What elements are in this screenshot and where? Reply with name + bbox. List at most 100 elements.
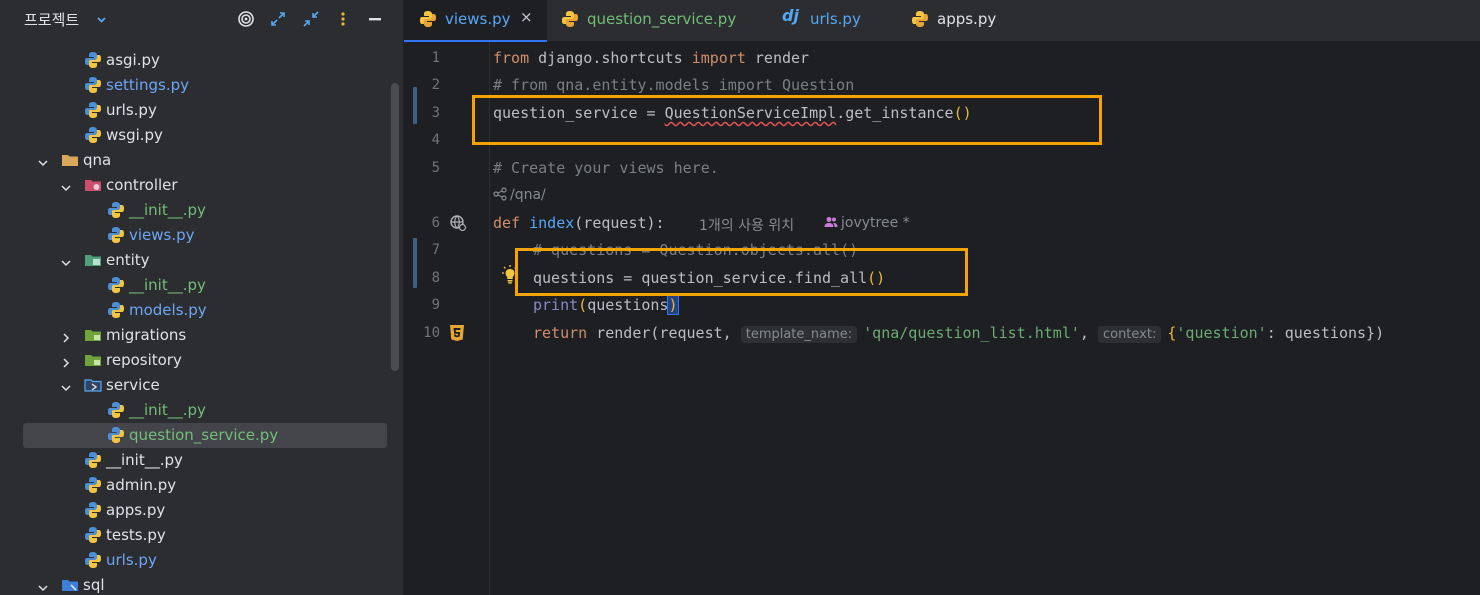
- chevron-down-icon[interactable]: [60, 179, 72, 192]
- code-editor[interactable]: 1 2 3 4 5 6 7 8 9 10 from django.shortcu…: [404, 42, 1480, 595]
- web-endpoint-icon[interactable]: [449, 214, 467, 232]
- tree-item-repository[interactable]: repository: [0, 348, 395, 373]
- python-file-icon: [912, 11, 928, 27]
- parameter-hint: context:: [1097, 326, 1162, 343]
- chevron-right-icon[interactable]: [60, 329, 72, 343]
- tree-item-urls[interactable]: urls.py: [0, 98, 395, 123]
- tree-item-apps[interactable]: apps.py: [0, 498, 395, 523]
- expand-all-icon[interactable]: [269, 10, 287, 28]
- tree-item-controller-init[interactable]: __init__.py: [0, 198, 395, 223]
- code-line-10: return render(request, template_name:'qn…: [533, 324, 1385, 343]
- sql-folder-icon: [61, 576, 79, 594]
- editor-tabs: views.py × question_service.py dj urls.p…: [404, 0, 1480, 42]
- chevron-down-icon[interactable]: [37, 579, 49, 592]
- tab-question-service[interactable]: question_service.py: [547, 0, 765, 41]
- tree-item-models[interactable]: models.py: [0, 298, 395, 323]
- python-file-icon: [84, 101, 102, 119]
- tree-item-entity-init[interactable]: __init__.py: [0, 273, 395, 298]
- python-file-icon: [107, 301, 125, 319]
- django-icon: dj: [782, 6, 799, 25]
- tree-item-label: __init__.py: [129, 401, 206, 419]
- collapse-all-icon[interactable]: [302, 10, 320, 28]
- python-file-icon: [84, 551, 102, 569]
- python-file-icon: [84, 501, 102, 519]
- tree-item-service-init[interactable]: __init__.py: [0, 398, 395, 423]
- line-number: 6: [431, 215, 440, 231]
- line-number: 7: [431, 242, 440, 258]
- tab-views[interactable]: views.py ×: [404, 0, 547, 42]
- tab-apps[interactable]: apps.py: [891, 0, 1006, 41]
- tree-item-wsgi[interactable]: wsgi.py: [0, 123, 395, 148]
- entity-package-icon: [84, 251, 102, 269]
- tree-item-label: service: [106, 376, 160, 394]
- tree-item-qna-urls[interactable]: urls.py: [0, 548, 395, 573]
- project-scrollbar[interactable]: [391, 83, 399, 371]
- highlight-box: [472, 95, 1102, 145]
- tree-item-admin[interactable]: admin.py: [0, 473, 395, 498]
- line-number: 9: [431, 297, 440, 313]
- tree-item-label: entity: [106, 251, 150, 269]
- chevron-down-icon[interactable]: [60, 379, 72, 392]
- tree-item-qna[interactable]: qna: [0, 148, 395, 173]
- chevron-right-icon[interactable]: [60, 354, 72, 368]
- line-number: 2: [431, 77, 440, 93]
- html5-icon[interactable]: [449, 324, 465, 342]
- target-icon[interactable]: [237, 10, 255, 28]
- project-panel: 프로젝트 asgi.py settings.py urls.py wsgi.py qna…: [0, 0, 404, 595]
- chevron-down-icon[interactable]: [60, 254, 72, 267]
- folder-icon: [61, 151, 79, 169]
- tree-item-label: wsgi.py: [106, 126, 163, 144]
- route-hint[interactable]: /qna/: [493, 187, 546, 203]
- tree-item-label: urls.py: [106, 101, 157, 119]
- chevron-down-icon[interactable]: [37, 154, 49, 167]
- tab-label: views.py: [445, 10, 511, 28]
- tree-item-views[interactable]: views.py: [0, 223, 395, 248]
- tree-item-sql[interactable]: sql: [0, 573, 395, 595]
- code-line-6: def index(request):: [493, 214, 665, 232]
- tree-item-label: sql: [83, 576, 105, 594]
- code-line-1: from django.shortcuts import render: [493, 49, 810, 67]
- tree-item-label: controller: [106, 176, 178, 194]
- tree-item-asgi[interactable]: asgi.py: [0, 48, 395, 73]
- tab-label: question_service.py: [587, 10, 737, 28]
- project-title[interactable]: 프로젝트: [24, 9, 79, 30]
- tree-item-label: views.py: [129, 226, 195, 244]
- line-number: 1: [431, 50, 440, 66]
- tab-urls[interactable]: dj urls.py: [765, 0, 891, 41]
- tree-item-service[interactable]: service: [0, 373, 395, 398]
- tree-item-label: tests.py: [106, 526, 166, 544]
- code-line-2: # from qna.entity.models import Question: [493, 76, 855, 94]
- highlight-box: [515, 248, 968, 296]
- tree-item-entity[interactable]: entity: [0, 248, 395, 273]
- author-hint[interactable]: jovytree *: [824, 215, 910, 231]
- minimize-icon[interactable]: [366, 10, 384, 28]
- usages-hint[interactable]: 1개의 사용 위치: [699, 215, 794, 235]
- python-file-icon: [84, 451, 102, 469]
- python-file-icon: [107, 426, 125, 444]
- tree-item-controller[interactable]: controller: [0, 173, 395, 198]
- line-number: 5: [431, 160, 440, 176]
- package-icon: [84, 326, 102, 344]
- chevron-down-icon[interactable]: [95, 13, 108, 26]
- tree-item-migrations[interactable]: migrations: [0, 323, 395, 348]
- tree-item-label: __init__.py: [129, 201, 206, 219]
- python-file-icon: [107, 201, 125, 219]
- close-icon[interactable]: ×: [520, 8, 533, 26]
- share-icon: [493, 187, 507, 201]
- tree-item-label: asgi.py: [106, 51, 160, 69]
- tree-item-label: question_service.py: [129, 426, 279, 444]
- tab-label: urls.py: [810, 10, 861, 28]
- tree-item-label: repository: [106, 351, 182, 369]
- tree-item-qna-init[interactable]: __init__.py: [0, 448, 395, 473]
- python-file-icon: [107, 401, 125, 419]
- tree-item-label: settings.py: [106, 76, 189, 94]
- code-line-5: # Create your views here.: [493, 159, 719, 177]
- python-file-icon: [84, 51, 102, 69]
- python-file-icon: [107, 276, 125, 294]
- project-header: 프로젝트: [0, 0, 403, 40]
- tree-item-settings[interactable]: settings.py: [0, 73, 395, 98]
- tree-item-question-service[interactable]: question_service.py: [23, 423, 387, 448]
- tree-item-tests[interactable]: tests.py: [0, 523, 395, 548]
- tree-item-label: urls.py: [106, 551, 157, 569]
- more-options-icon[interactable]: [334, 10, 352, 28]
